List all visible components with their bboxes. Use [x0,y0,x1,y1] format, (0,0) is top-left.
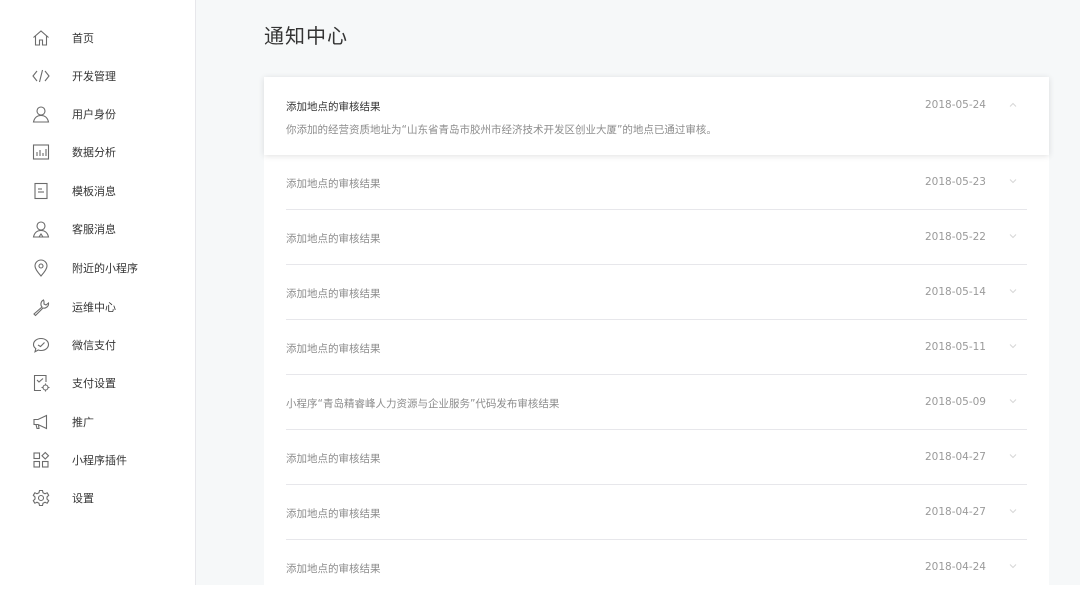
chevron-down-icon[interactable] [1009,287,1017,295]
sidebar-item-label: 客服消息 [72,223,116,236]
sidebar-item-label: 用户身份 [72,108,116,121]
page-title: 通知中心 [264,24,348,48]
sidebar-item-settings[interactable]: 设置 [0,478,195,516]
notification-item[interactable]: 添加地点的审核结果 2018-05-22 [264,210,1049,265]
wrench-icon [31,297,51,317]
notification-list: 添加地点的审核结果 你添加的经营资质地址为“山东省青岛市胶州市经济技术开发区创业… [264,77,1049,585]
customer-service-icon [31,219,51,239]
notification-title: 添加地点的审核结果 [286,178,381,190]
notification-title: 添加地点的审核结果 [286,233,381,245]
notification-item[interactable]: 添加地点的审核结果 2018-05-14 [264,265,1049,320]
notification-title: 添加地点的审核结果 [286,453,381,465]
sidebar-item-nearby-mini-programs[interactable]: 附近的小程序 [0,248,195,286]
sidebar-item-label: 设置 [72,492,94,505]
sidebar-item-promotion[interactable]: 推广 [0,402,195,440]
notification-date: 2018-05-24 [924,99,986,111]
sidebar-item-wechat-pay[interactable]: 微信支付 [0,325,195,363]
notification-item-expanded[interactable]: 添加地点的审核结果 你添加的经营资质地址为“山东省青岛市胶州市经济技术开发区创业… [264,77,1049,155]
sidebar-item-ops-center[interactable]: 运维中心 [0,287,195,325]
chevron-up-icon[interactable] [1009,101,1017,109]
sidebar-item-customer-service[interactable]: 客服消息 [0,209,195,247]
sidebar-item-label: 开发管理 [72,70,116,83]
sidebar-item-label: 数据分析 [72,146,116,159]
sidebar-item-label: 首页 [72,32,94,45]
notification-date: 2018-05-09 [924,396,986,408]
notification-item[interactable]: 添加地点的审核结果 2018-05-23 [264,155,1049,210]
sidebar-item-data-analysis[interactable]: 数据分析 [0,132,195,170]
notification-item[interactable]: 添加地点的审核结果 2018-04-27 [264,430,1049,485]
notification-title: 小程序“青岛精睿峰人力资源与企业服务”代码发布审核结果 [286,398,560,410]
notification-date: 2018-05-23 [924,176,986,188]
notification-body: 你添加的经营资质地址为“山东省青岛市胶州市经济技术开发区创业大厦”的地点已通过审… [286,124,717,136]
chevron-down-icon[interactable] [1009,397,1017,405]
user-icon [31,104,51,124]
plugin-icon [31,450,51,470]
chevron-down-icon[interactable] [1009,452,1017,460]
sidebar-item-label: 微信支付 [72,339,116,352]
notification-title: 添加地点的审核结果 [286,288,381,300]
sidebar: 首页 开发管理 用户身份 数据分析 模板消息 客服消息 附近的小程序 运维中心 … [0,0,196,585]
sidebar-item-label: 模板消息 [72,185,116,198]
notification-item[interactable]: 添加地点的审核结果 2018-04-24 [264,540,1049,595]
home-icon [31,28,51,48]
notification-title: 添加地点的审核结果 [286,508,381,520]
bar-chart-icon [31,142,51,162]
notification-date: 2018-05-11 [924,341,986,353]
payment-settings-icon [31,373,51,393]
sidebar-item-label: 支付设置 [72,377,116,390]
megaphone-icon [31,412,51,432]
sidebar-item-label: 小程序插件 [72,454,127,467]
notification-item[interactable]: 添加地点的审核结果 2018-05-11 [264,320,1049,375]
main-content: 通知中心 添加地点的审核结果 你添加的经营资质地址为“山东省青岛市胶州市经济技术… [196,0,1080,585]
chevron-down-icon[interactable] [1009,342,1017,350]
sidebar-item-label: 附近的小程序 [72,262,138,275]
notification-item[interactable]: 小程序“青岛精睿峰人力资源与企业服务”代码发布审核结果 2018-05-09 [264,375,1049,430]
notification-date: 2018-04-27 [924,506,986,518]
notification-date: 2018-05-22 [924,231,986,243]
chevron-down-icon[interactable] [1009,562,1017,570]
code-icon [31,66,51,86]
sidebar-item-home[interactable]: 首页 [0,18,195,56]
chevron-down-icon[interactable] [1009,177,1017,185]
notification-date: 2018-05-14 [924,286,986,298]
chevron-down-icon[interactable] [1009,232,1017,240]
gear-icon [31,488,51,508]
location-pin-icon [31,258,51,278]
notification-title: 添加地点的审核结果 [286,563,381,575]
document-icon [31,181,51,201]
notification-title: 添加地点的审核结果 [286,343,381,355]
sidebar-item-template-messages[interactable]: 模板消息 [0,171,195,209]
sidebar-item-label: 运维中心 [72,301,116,314]
notification-item[interactable]: 添加地点的审核结果 2018-04-27 [264,485,1049,540]
notification-title: 添加地点的审核结果 [286,101,381,113]
sidebar-item-user-identity[interactable]: 用户身份 [0,94,195,132]
chevron-down-icon[interactable] [1009,507,1017,515]
notification-date: 2018-04-24 [924,561,986,573]
sidebar-item-payment-settings[interactable]: 支付设置 [0,363,195,401]
wechat-pay-icon [31,335,51,355]
sidebar-item-mini-program-plugins[interactable]: 小程序插件 [0,440,195,478]
sidebar-item-label: 推广 [72,416,94,429]
sidebar-item-dev-management[interactable]: 开发管理 [0,56,195,94]
notification-date: 2018-04-27 [924,451,986,463]
